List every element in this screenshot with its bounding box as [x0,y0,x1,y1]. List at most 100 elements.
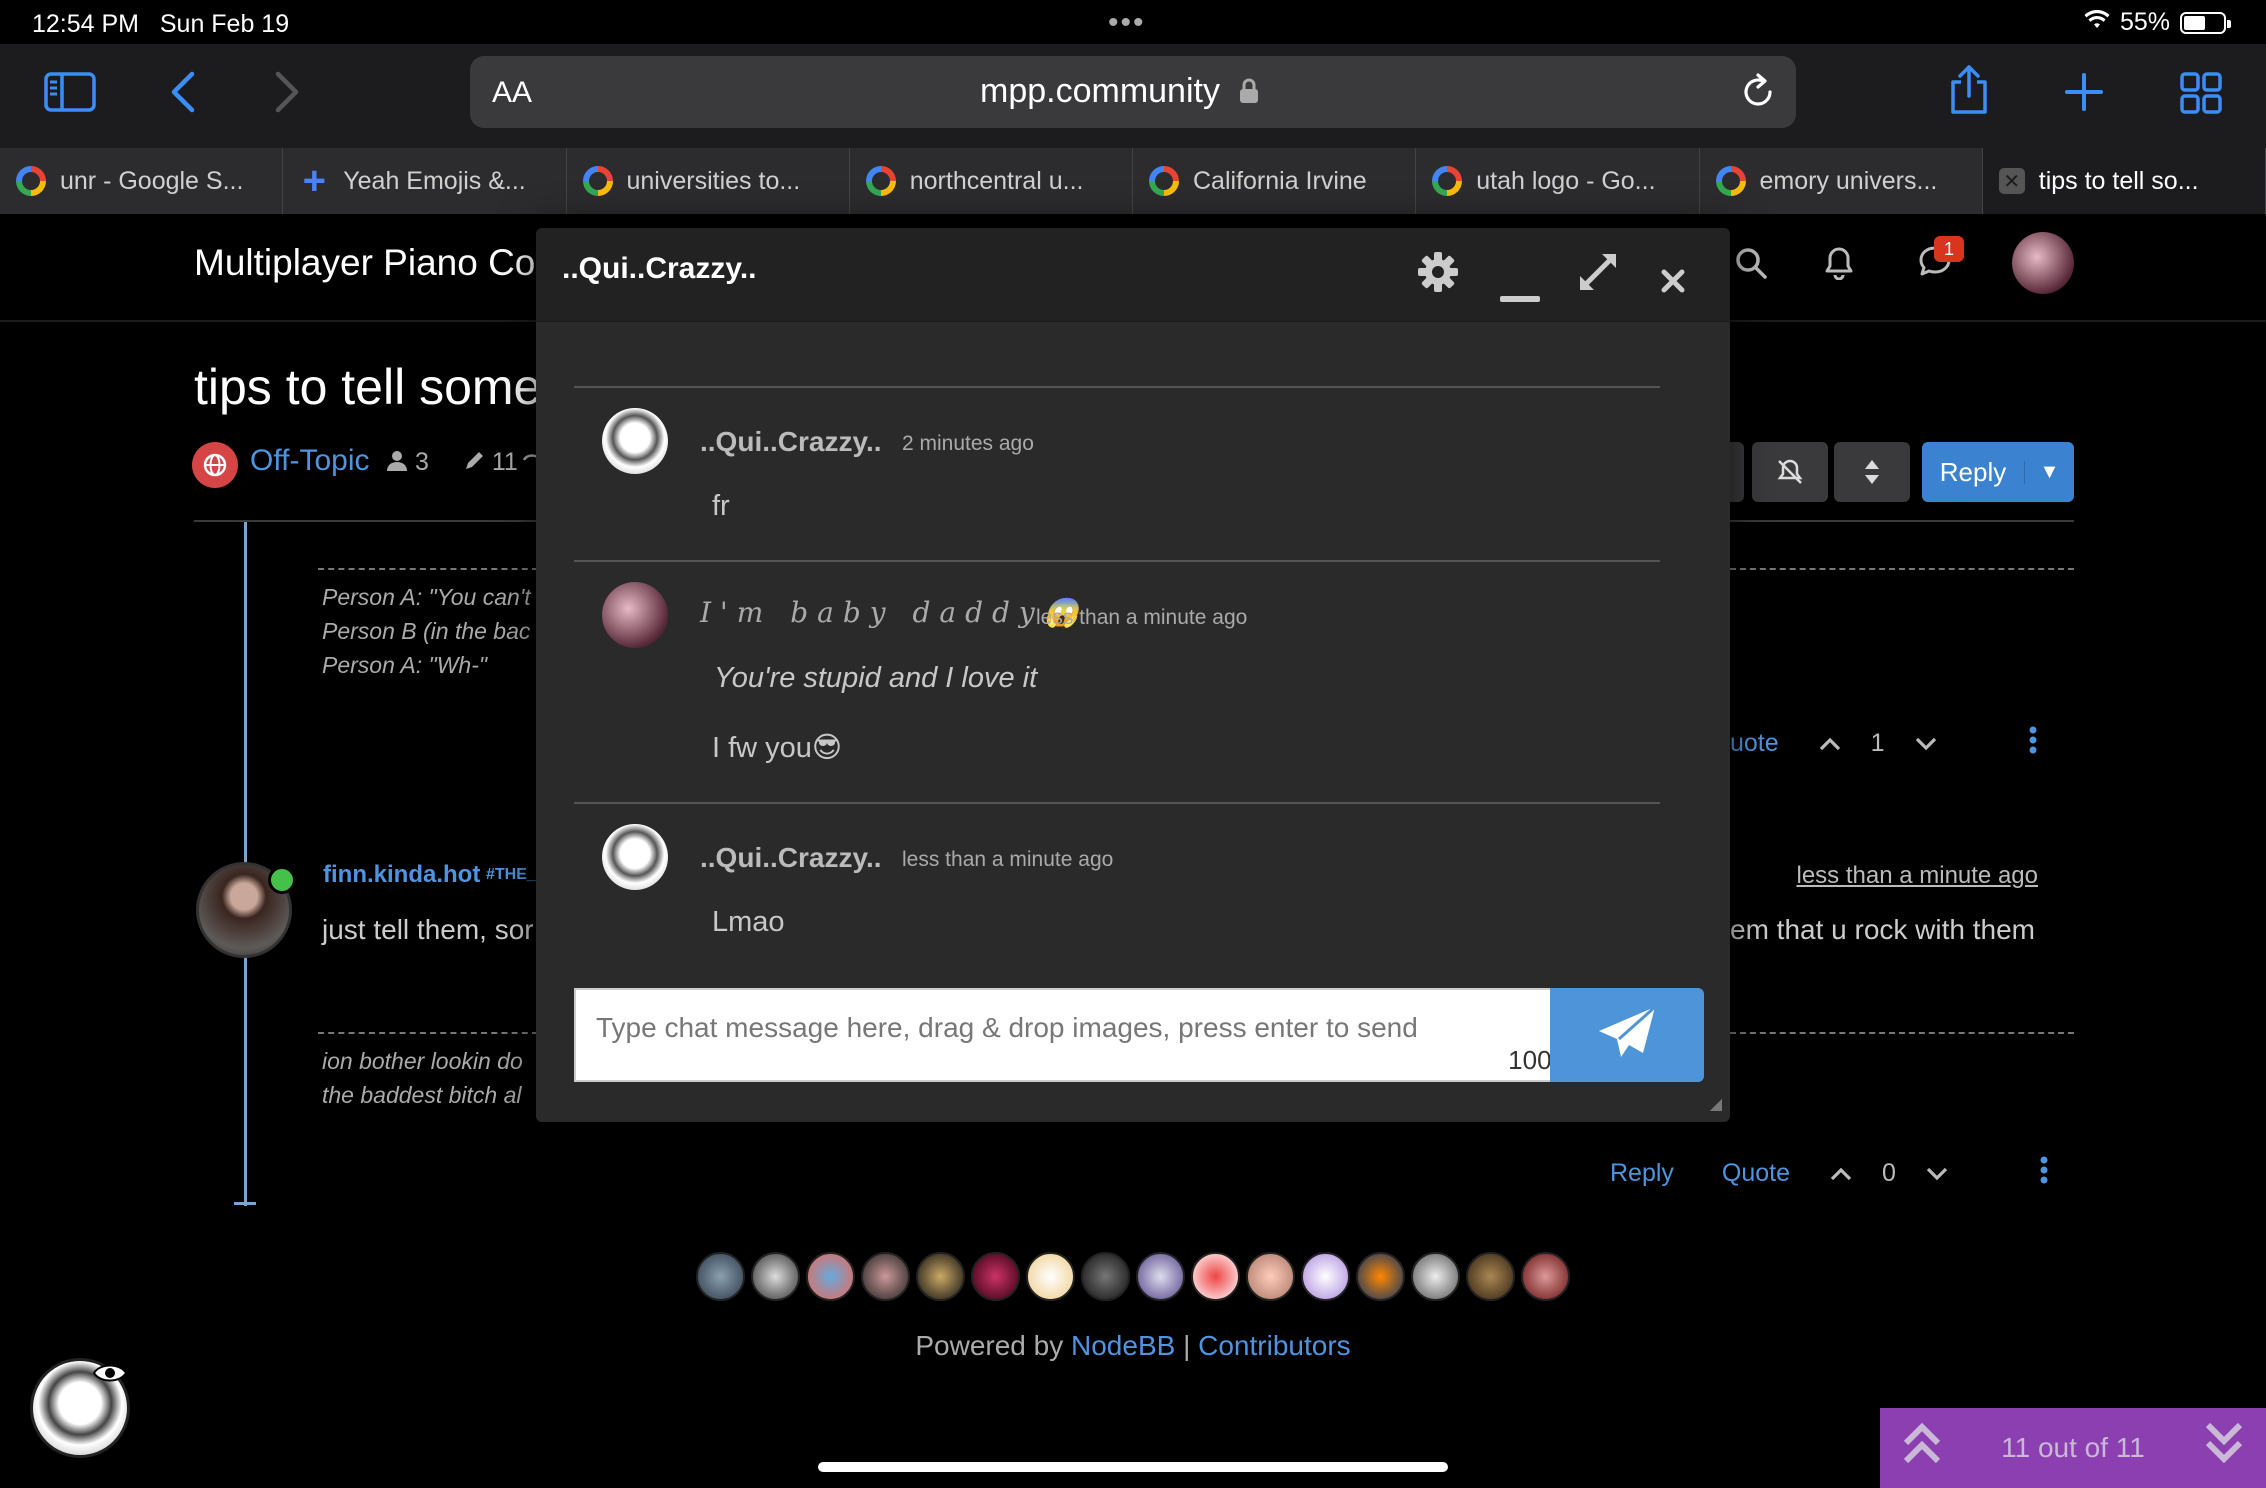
message-divider [574,386,1660,388]
url-text[interactable]: mpp.community [980,72,1259,113]
bell-icon[interactable] [1824,246,1854,285]
chevrons-up-icon[interactable] [1902,1421,1942,1476]
post-timestamp[interactable]: less than a minute ago [1797,862,2039,890]
avatar[interactable] [1136,1252,1185,1301]
quote-link[interactable]: Quote [1722,1159,1790,1188]
wifi-icon [2084,8,2110,37]
tab-bar: unr - Google S... + Yeah Emojis &... univ… [0,148,2266,214]
avatar[interactable] [1301,1252,1350,1301]
avatar[interactable] [916,1252,965,1301]
tab-5[interactable]: utah logo - Go... [1416,148,1700,214]
avatar[interactable] [1411,1252,1460,1301]
avatar[interactable] [1026,1252,1075,1301]
contributors-link[interactable]: Contributors [1198,1330,1351,1361]
downvote-icon[interactable] [1915,729,1937,758]
upvote-icon[interactable] [1819,729,1841,758]
avatar[interactable] [696,1252,745,1301]
tab-1[interactable]: + Yeah Emojis &... [283,148,567,214]
avatar[interactable] [1191,1252,1240,1301]
post-quote: Person A: "You can't Person B (in the ba… [322,584,531,678]
message-author[interactable]: ..Qui..Crazzy.. [700,842,882,874]
chat-message-input[interactable]: Type chat message here, drag & drop imag… [574,988,1574,1082]
avatar[interactable] [1521,1252,1570,1301]
reply-button[interactable]: Reply ▼ [1922,442,2074,502]
tab-2[interactable]: universities to... [567,148,850,214]
nodebb-link[interactable]: NodeBB [1071,1330,1175,1361]
post-pagination[interactable]: 11 out of 11 [1880,1408,2266,1488]
caret-down-icon[interactable]: ▼ [2024,460,2074,484]
globe-icon [192,442,238,488]
close-icon[interactable]: ✕ [1998,168,2025,194]
reply-link[interactable]: Reply [1610,1159,1674,1188]
post-actions: Reply Quote 0 [1610,1156,2048,1191]
tab-4[interactable]: California Irvine [1133,148,1417,214]
multitasking-dots[interactable]: ••• [1108,6,1146,40]
downvote-icon[interactable] [1926,1159,1948,1188]
chat-modal: ..Qui..Crazzy.. ..Qui..Crazzy.. 2 minute… [536,228,1730,1122]
unwatch-button[interactable] [1752,442,1828,502]
google-icon [1149,166,1179,196]
upvote-icon[interactable] [1830,1159,1852,1188]
tab-6[interactable]: emory univers... [1700,148,1983,214]
author-group-badge[interactable]: #THE_ [486,866,536,884]
grid-icon[interactable] [2180,72,2222,119]
message-author[interactable]: I'm baby daddy😱 [700,596,1079,629]
send-button[interactable] [1550,988,1704,1082]
chevrons-down-icon[interactable] [2204,1421,2244,1476]
avatar[interactable] [1246,1252,1295,1301]
post-body-continued: em that u rock with them [1730,914,2036,945]
tab-3[interactable]: northcentral u... [850,148,1133,214]
vote-count: 0 [1882,1159,1896,1187]
tab-7[interactable]: ✕ tips to tell so... [1982,148,2266,214]
google-icon [1715,166,1746,196]
pagination-text: 11 out of 11 [2001,1432,2145,1463]
avatar[interactable] [602,408,668,474]
sidebar-icon[interactable] [44,72,96,117]
avatar[interactable] [2012,232,2074,294]
post-author[interactable]: finn.kinda.hot [323,861,480,889]
paper-plane-icon [1597,1005,1657,1066]
resize-handle-icon[interactable]: ◢ [1710,1094,1722,1114]
share-icon[interactable] [1948,64,1990,121]
avatar[interactable] [861,1252,910,1301]
chevron-right-icon[interactable] [274,70,302,119]
expand-icon[interactable] [1578,252,1618,300]
avatar[interactable] [1356,1252,1405,1301]
avatar[interactable] [971,1252,1020,1301]
message-timestamp: less than a minute ago [1036,606,1248,629]
online-status-icon [268,866,296,894]
more-options-icon[interactable] [2029,726,2037,761]
avatar[interactable] [602,582,668,648]
timeline-end [234,1202,256,1205]
sort-button-edge[interactable] [1730,442,1744,502]
gear-icon[interactable] [1416,250,1460,302]
chat-badge: 1 [1934,236,1964,262]
status-time: 12:54 PM Sun Feb 19 [32,10,290,38]
site-title[interactable]: Multiplayer Piano Cor [194,242,548,284]
reader-settings-button[interactable]: AA [492,76,532,110]
post-body: just tell them, sor [322,914,534,945]
chevron-left-icon[interactable] [168,70,196,119]
category-link[interactable]: Off-Topic [250,444,370,478]
home-indicator[interactable] [818,1462,1448,1472]
page-title: tips to tell some [194,359,542,415]
avatar[interactable] [1081,1252,1130,1301]
message-author[interactable]: ..Qui..Crazzy.. [700,426,882,458]
tab-0[interactable]: unr - Google S... [0,148,284,214]
close-icon[interactable] [1660,258,1686,302]
reload-icon[interactable] [1740,70,1776,120]
avatar[interactable] [751,1252,800,1301]
quote-divider [1730,1032,2074,1034]
avatar[interactable] [1466,1252,1515,1301]
plus-icon[interactable] [2064,72,2104,117]
avatar[interactable] [602,824,668,890]
more-options-icon[interactable] [2040,1156,2048,1191]
quote-button[interactable]: uote [1730,729,1779,758]
google-icon [582,166,613,196]
avatar[interactable] [806,1252,855,1301]
quote-divider [1730,568,2074,570]
search-icon[interactable] [1734,246,1768,285]
sort-button[interactable] [1834,442,1910,502]
message-text: fr [712,490,730,522]
minimize-icon[interactable] [1500,268,1540,312]
